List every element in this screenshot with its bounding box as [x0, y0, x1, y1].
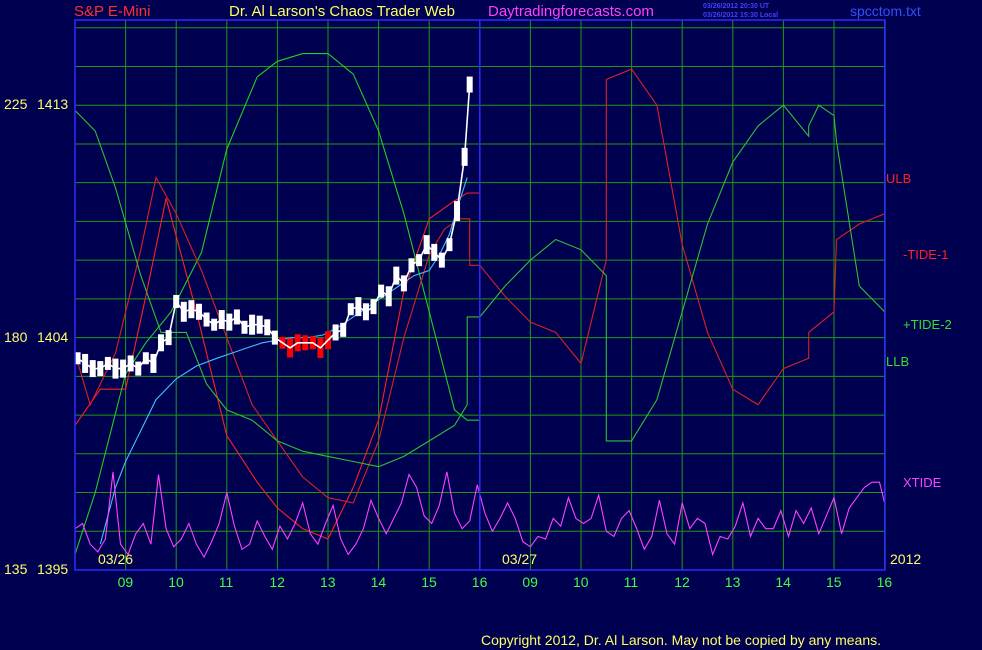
y-tick-label-right: 1413	[37, 96, 69, 113]
x-tick-label: 16	[876, 574, 893, 590]
x-tick-label: 16	[471, 574, 488, 590]
x-tick-label: 12	[269, 574, 285, 590]
chart-title: Dr. Al Larson's Chaos Trader Web	[229, 3, 456, 20]
legend-llb: LLB	[886, 354, 910, 369]
x-tick-label: 10	[168, 574, 184, 590]
legend-tide-minus-1: -TIDE-1	[903, 247, 949, 262]
legend-ulb: ULB	[886, 171, 912, 186]
timestamp-local: 03/26/2012 15:30 Local	[703, 12, 779, 19]
x-tick-label: 10	[573, 574, 589, 590]
x-tick-label: 12	[674, 574, 690, 590]
x-tick-label: 15	[826, 574, 842, 590]
file-name: spcctom.txt	[850, 3, 921, 19]
legend-tide-plus-2: +TIDE-2	[903, 317, 952, 332]
x-tick-label: 11	[623, 574, 639, 590]
copyright: Copyright 2012, Dr. Al Larson. May not b…	[481, 632, 882, 648]
x-tick-label: 09	[117, 574, 134, 590]
y-tick-label-right: 1395	[37, 561, 69, 577]
x-tick-label: 15	[421, 574, 437, 590]
y-tick-label-left: 225	[4, 96, 28, 113]
chart-plot	[74, 19, 886, 571]
x-tick-label: 11	[218, 574, 234, 590]
x-tick-label: 09	[522, 574, 538, 590]
x-tick-label: 13	[724, 574, 741, 590]
y-tick-label-left: 180	[4, 328, 28, 345]
day-label-2: 03/27	[502, 551, 538, 567]
x-tick-label: 14	[370, 574, 387, 590]
day-label-1: 03/26	[98, 551, 134, 567]
series-price	[77, 84, 471, 370]
y-tick-label-right: 1404	[37, 328, 69, 345]
x-tick-label: 13	[320, 574, 336, 590]
site-link[interactable]: Daytradingforecasts.com	[488, 4, 654, 19]
legend-xtide: XTIDE	[903, 475, 942, 490]
x-tick-label: 14	[775, 574, 791, 590]
instrument-title: S&P E-Mini	[74, 3, 151, 20]
timestamp-ut: 03/26/2012 20:30 UT	[703, 3, 770, 10]
year-label: 2012	[890, 551, 922, 567]
y-tick-label-left: 135	[4, 561, 28, 577]
